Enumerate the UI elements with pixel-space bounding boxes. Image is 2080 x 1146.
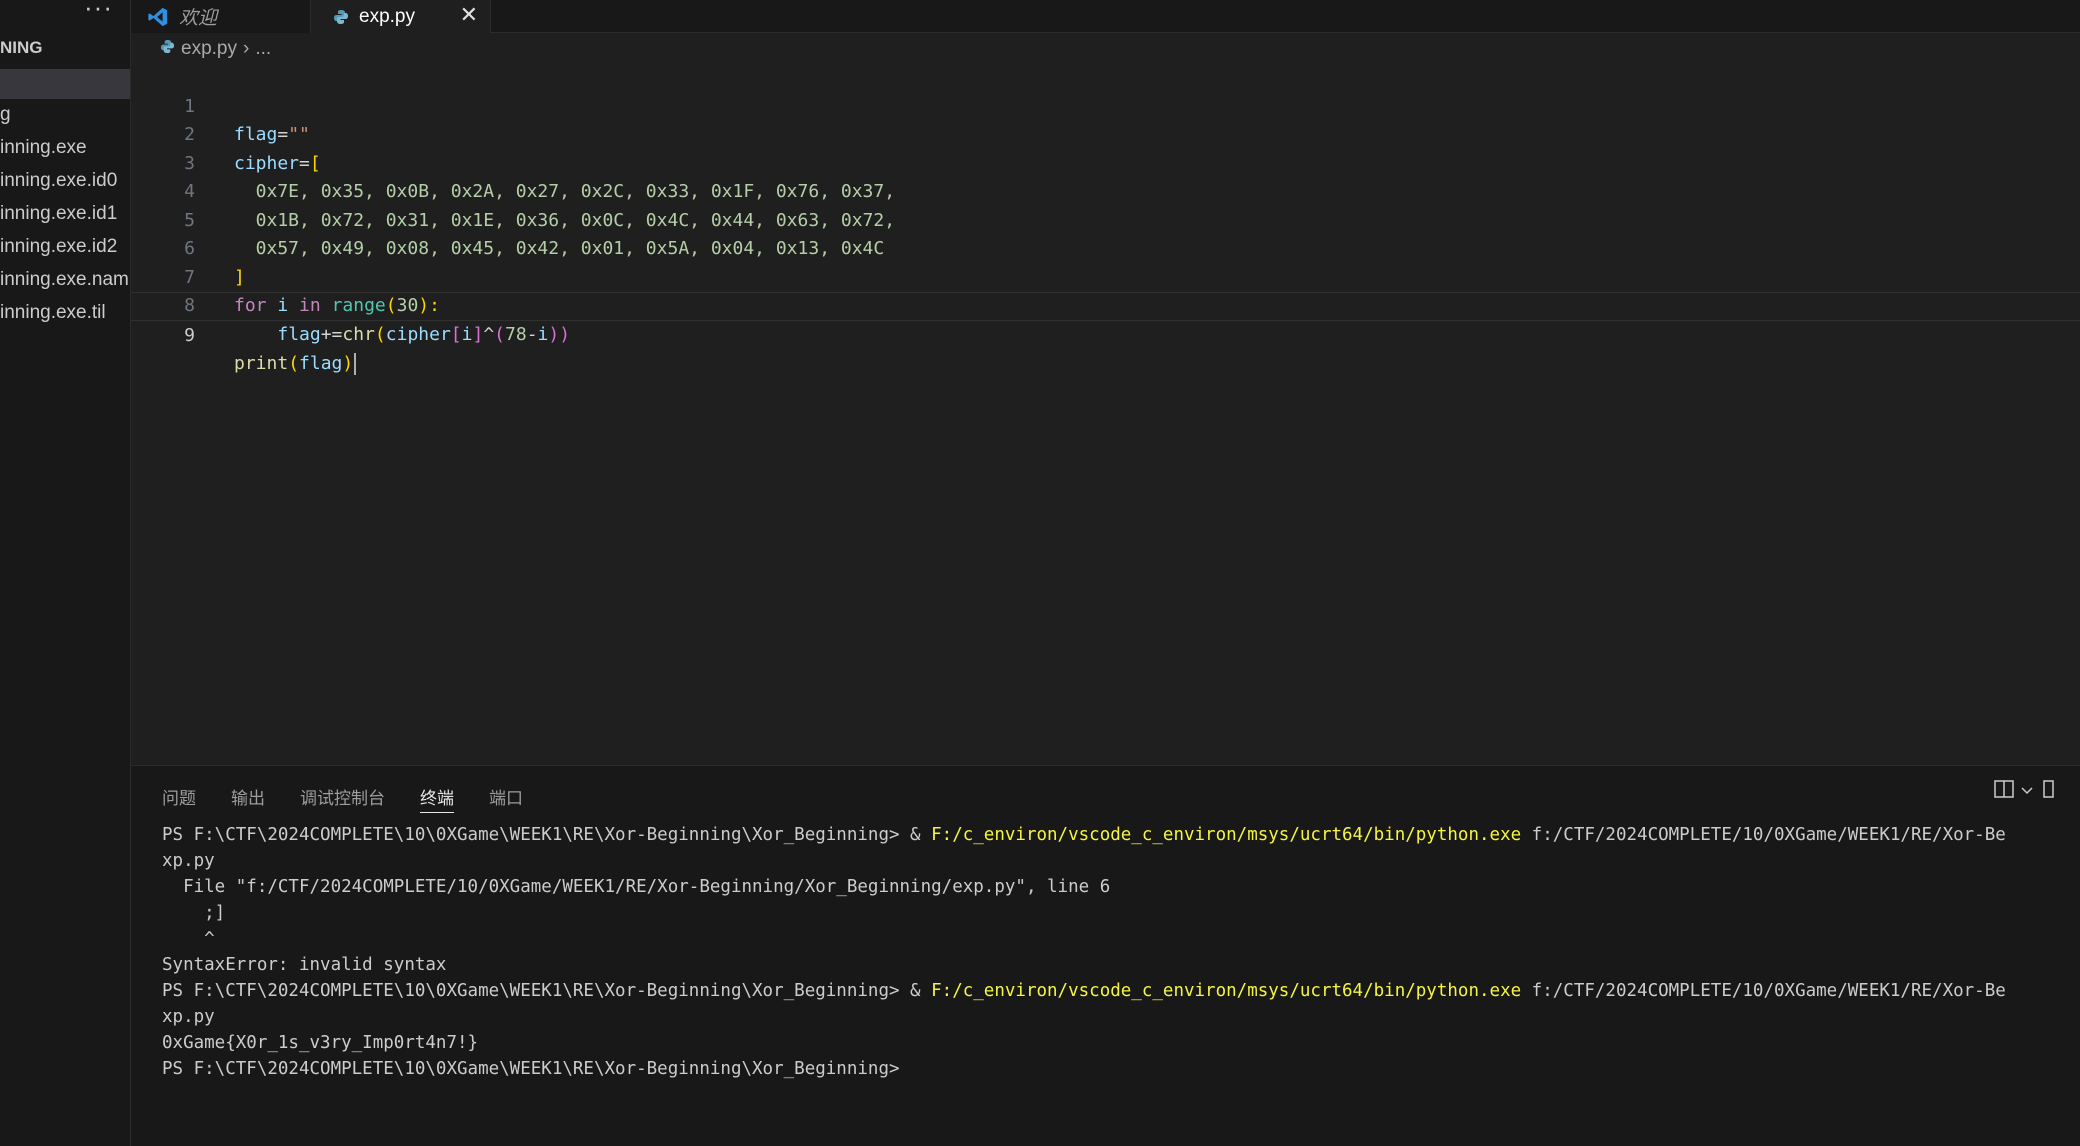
terminal-line: xp.py — [162, 1007, 215, 1027]
more-actions-icon[interactable]: ··· — [84, 0, 113, 23]
tab-output[interactable]: 输出 — [231, 784, 265, 813]
explorer-file-item[interactable]: inning.exe — [0, 137, 87, 159]
breadcrumb-more[interactable]: ... — [255, 38, 271, 60]
code-line: 2 cipher=[ — [131, 93, 2080, 174]
terminal-line: PS F:\CTF\2024COMPLETE\10\0XGame\WEEK1\R… — [162, 981, 2006, 1001]
bottom-panel: 问题 输出 调试控制台 终端 端口 PS F:\CTF\2024COMPLETE… — [131, 765, 2080, 1146]
tab-terminal[interactable]: 终端 — [420, 784, 454, 813]
editor-tab-bar: 欢迎 exp.py ✕ — [131, 0, 2080, 33]
panel-tabs: 问题 输出 调试控制台 终端 端口 — [162, 784, 523, 813]
chevron-right-icon: › — [242, 38, 250, 59]
code-line: 1 flag="" — [131, 64, 2080, 146]
python-file-icon — [333, 9, 349, 25]
chevron-down-icon[interactable] — [2020, 783, 2034, 801]
tab-debug-console[interactable]: 调试控制台 — [300, 784, 385, 813]
text-cursor — [354, 353, 357, 375]
tab-exp-py[interactable]: exp.py ✕ — [311, 0, 491, 33]
code-line: 4 0x1B, 0x72, 0x31, 0x1E, 0x36, 0x0C, 0x… — [131, 150, 2080, 231]
tab-welcome[interactable]: 欢迎 — [131, 0, 311, 33]
terminal-output[interactable]: PS F:\CTF\2024COMPLETE\10\0XGame\WEEK1\R… — [162, 822, 2080, 1082]
breadcrumb-file[interactable]: exp.py — [181, 38, 237, 60]
breadcrumb: exp.py › ... — [160, 38, 271, 60]
tab-label: exp.py — [359, 5, 415, 27]
terminal-line: File "f:/CTF/2024COMPLETE/10/0XGame/WEEK… — [162, 877, 1111, 897]
terminal-line: ;] — [162, 903, 226, 923]
explorer-file-item[interactable]: inning.exe.til — [0, 302, 106, 324]
close-icon[interactable]: ✕ — [460, 2, 478, 28]
explorer-file-item[interactable]: inning.exe.nam — [0, 269, 129, 291]
terminal-line: SyntaxError: invalid syntax — [162, 955, 447, 975]
explorer-selected-item[interactable] — [0, 69, 130, 99]
code-line: 5 0x57, 0x49, 0x08, 0x45, 0x42, 0x01, 0x… — [131, 178, 2080, 260]
explorer-file-item[interactable]: inning.exe.id2 — [0, 236, 117, 258]
tab-problems[interactable]: 问题 — [162, 784, 196, 813]
explorer-file-item[interactable]: inning.exe.id1 — [0, 203, 117, 225]
tab-ports[interactable]: 端口 — [489, 784, 523, 813]
vscode-window: ··· NING g inning.exe inning.exe.id0 inn… — [0, 0, 2080, 1146]
line-number: 9 — [184, 324, 195, 346]
python-file-icon — [160, 38, 175, 60]
terminal-line: PS F:\CTF\2024COMPLETE\10\0XGame\WEEK1\R… — [162, 825, 2006, 845]
terminal-line: ^ — [162, 929, 215, 949]
code-line-current: 9 print(flag) — [131, 292, 2080, 375]
explorer-folder-title[interactable]: NING — [0, 38, 43, 58]
explorer-file-item[interactable]: inning.exe.id0 — [0, 170, 117, 192]
code-line: 3 0x7E, 0x35, 0x0B, 0x2A, 0x27, 0x2C, 0x… — [131, 121, 2080, 203]
explorer-sidebar: ··· NING g inning.exe inning.exe.id0 inn… — [0, 0, 131, 1146]
explorer-file-item[interactable]: g — [0, 104, 11, 126]
code-line: 8 flag+=chr(cipher[i]^(78-i)) — [131, 264, 2080, 345]
tab-label: 欢迎 — [179, 8, 218, 29]
split-terminal-icon[interactable] — [1994, 780, 2014, 803]
code-editor[interactable]: 1 flag="" 2 cipher=[ 3 0x7E, 0x35, 0x0B,… — [131, 64, 2080, 764]
panel-actions — [1994, 780, 2054, 803]
terminal-line: 0xGame{X0r_1s_v3ry_Imp0rt4n7!} — [162, 1033, 479, 1053]
maximize-panel-icon[interactable] — [2040, 780, 2054, 803]
terminal-prompt-line: PS F:\CTF\2024COMPLETE\10\0XGame\WEEK1\R… — [162, 1059, 900, 1079]
code-line: 7 for i in range(30): — [131, 235, 2080, 317]
vscode-logo-icon — [147, 6, 169, 28]
terminal-line: xp.py — [162, 851, 215, 871]
code-line: 6 ] — [131, 207, 2080, 288]
